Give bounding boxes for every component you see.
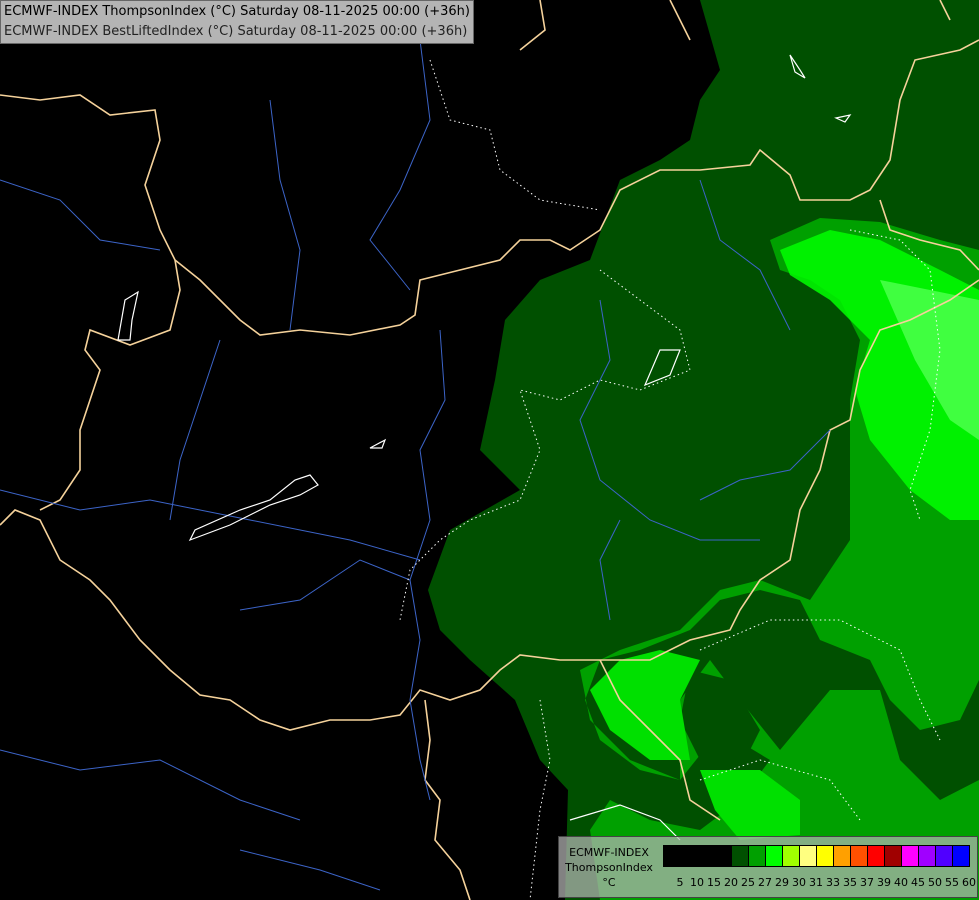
legend-parameter: ThompsonIndex xyxy=(565,861,653,874)
legend-tick-label: 29 xyxy=(775,876,789,889)
legend-swatch xyxy=(783,846,800,866)
legend-tick-label: 31 xyxy=(809,876,823,889)
legend-tick-label: 39 xyxy=(877,876,891,889)
legend-unit: °C xyxy=(602,876,616,889)
title-line-bestlifted: ECMWF-INDEX BestLiftedIndex (°C) Saturda… xyxy=(4,24,468,39)
legend-swatch xyxy=(902,846,919,866)
legend-swatch xyxy=(664,846,681,866)
legend-tick-label: 45 xyxy=(911,876,925,889)
legend-tick-label: 33 xyxy=(826,876,840,889)
legend-tick-label: 60 xyxy=(962,876,976,889)
legend-swatch xyxy=(817,846,834,866)
legend-tick-label: 25 xyxy=(741,876,755,889)
legend-tick-label: 10 xyxy=(690,876,704,889)
legend-swatch xyxy=(851,846,868,866)
legend-ticks: 5 10 15 20 25 27 29 30 31 33 35 37 39 40 45 50 55 60 xyxy=(663,876,977,896)
legend-swatch xyxy=(766,846,783,866)
legend-swatch xyxy=(681,846,698,866)
legend-tick-label: 5 xyxy=(676,876,684,889)
legend-swatch xyxy=(953,846,969,866)
legend-tick-label: 50 xyxy=(928,876,942,889)
legend-swatch xyxy=(698,846,715,866)
map-title: ECMWF-INDEX ThompsonIndex (°C) Saturday … xyxy=(0,0,474,44)
color-legend: ECMWF-INDEX ThompsonIndex °C 5 10 15 20 25 27… xyxy=(558,836,978,898)
legend-color-bar xyxy=(663,845,970,867)
legend-swatch xyxy=(715,846,732,866)
legend-model: ECMWF-INDEX xyxy=(569,846,649,859)
legend-tick-label: 55 xyxy=(945,876,959,889)
title-line-thompson: ECMWF-INDEX ThompsonIndex (°C) Saturday … xyxy=(4,4,470,19)
legend-tick-label: 30 xyxy=(792,876,806,889)
legend-swatch xyxy=(868,846,885,866)
legend-label: ECMWF-INDEX ThompsonIndex °C xyxy=(559,845,659,890)
legend-swatch xyxy=(834,846,851,866)
legend-swatch xyxy=(800,846,817,866)
legend-tick-label: 15 xyxy=(707,876,721,889)
weather-map xyxy=(0,0,979,900)
legend-tick-label: 35 xyxy=(843,876,857,889)
legend-tick-label: 20 xyxy=(724,876,738,889)
legend-swatch xyxy=(732,846,749,866)
legend-tick-label: 40 xyxy=(894,876,908,889)
legend-tick-label: 27 xyxy=(758,876,772,889)
legend-swatch xyxy=(936,846,953,866)
legend-swatch xyxy=(885,846,902,866)
legend-swatch xyxy=(919,846,936,866)
legend-swatch xyxy=(749,846,766,866)
legend-tick-label: 37 xyxy=(860,876,874,889)
